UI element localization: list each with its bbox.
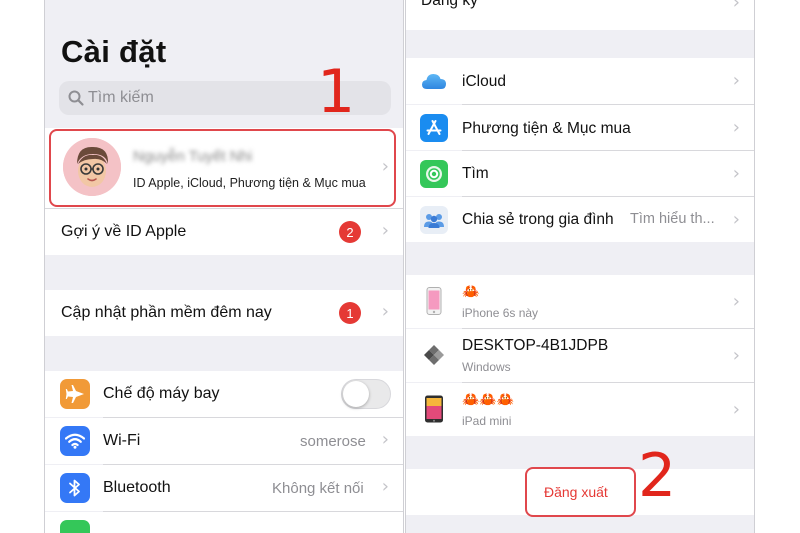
apple-id-suggestion-row[interactable]: Gợi ý về ID Apple 2 ›: [45, 209, 403, 255]
chevron-right-icon: ›: [732, 345, 740, 366]
chevron-right-icon: ›: [732, 209, 740, 230]
windows-icon: [420, 341, 448, 369]
cellular-row-partial[interactable]: [45, 512, 403, 533]
bluetooth-label: Bluetooth: [103, 479, 171, 496]
chevron-right-icon: ›: [381, 301, 389, 322]
chevron-right-icon: ›: [732, 291, 740, 312]
chevron-right-icon: ›: [732, 399, 740, 420]
profile-highlight-box: [49, 129, 396, 207]
step-number-1: 1: [317, 57, 356, 127]
device-row[interactable]: DESKTOP-4B1JDPB Windows ›: [406, 329, 754, 382]
software-update-label: Cập nhật phần mềm đêm nay: [61, 304, 272, 321]
chevron-right-icon: ›: [381, 220, 389, 241]
media-purchases-row[interactable]: Phương tiện & Mục mua ›: [406, 105, 754, 150]
ipad-icon: [420, 395, 448, 423]
icloud-row[interactable]: iCloud ›: [406, 58, 754, 104]
family-sharing-icon: [420, 206, 448, 234]
apple-id-suggestion-label: Gợi ý về ID Apple: [61, 223, 187, 240]
wifi-row[interactable]: Wi-Fi somerose ›: [45, 418, 403, 464]
find-my-icon: [420, 160, 448, 188]
airplane-icon: [60, 379, 90, 409]
family-sharing-label: Chia sẻ trong gia đình: [462, 211, 614, 228]
wifi-icon: [60, 426, 90, 456]
airplane-mode-toggle[interactable]: [341, 379, 391, 409]
app-store-icon: [420, 114, 448, 142]
settings-panel-right: Đăng ký › iCloud › Phương tiện & Mục mua…: [405, 0, 755, 533]
search-icon: [67, 89, 85, 107]
notification-badge: 2: [339, 221, 361, 243]
find-my-row[interactable]: Tìm ›: [406, 151, 754, 196]
step-number-2: 2: [638, 441, 677, 511]
search-placeholder: Tìm kiếm: [88, 89, 154, 106]
sign-out-label: Đăng xuất: [544, 484, 608, 500]
airplane-mode-label: Chế độ máy bay: [103, 385, 220, 402]
notification-badge: 1: [339, 302, 361, 324]
device-name: DESKTOP-4B1JDPB: [462, 337, 609, 354]
cellular-icon: [60, 520, 90, 533]
software-update-row[interactable]: Cập nhật phần mềm đêm nay 1 ›: [45, 290, 403, 336]
iphone-icon: [420, 287, 448, 315]
subscriptions-row[interactable]: Đăng ký ›: [406, 0, 754, 30]
wifi-label: Wi-Fi: [103, 432, 141, 449]
airplane-mode-row[interactable]: Chế độ máy bay: [45, 371, 403, 417]
bluetooth-icon: [60, 473, 90, 503]
page-title: Cài đặt: [61, 34, 167, 69]
device-row[interactable]: 🦀🦀🦀 iPad mini ›: [406, 383, 754, 436]
device-model: iPhone 6s này: [462, 306, 539, 320]
toggle-knob: [343, 381, 369, 407]
device-name: 🦀: [462, 283, 480, 299]
bluetooth-status-value: Không kết nối: [272, 480, 364, 497]
chevron-right-icon: ›: [381, 476, 389, 497]
family-sharing-value: Tìm hiểu th...: [630, 211, 715, 227]
device-model: Windows: [462, 360, 511, 374]
subscriptions-label: Đăng ký: [421, 0, 478, 9]
chevron-right-icon: ›: [732, 117, 740, 138]
chevron-right-icon: ›: [732, 163, 740, 184]
device-row[interactable]: 🦀 iPhone 6s này ›: [406, 275, 754, 328]
media-purchases-label: Phương tiện & Mục mua: [462, 120, 631, 137]
device-name: 🦀🦀🦀: [462, 391, 515, 407]
family-sharing-row[interactable]: Chia sẻ trong gia đình Tìm hiểu th... ›: [406, 197, 754, 242]
find-my-label: Tìm: [462, 165, 489, 182]
device-model: iPad mini: [462, 414, 512, 428]
settings-panel-left: Cài đặt Tìm kiếm Nguyễn Tuyết Nhi ID App…: [44, 0, 404, 533]
bluetooth-row[interactable]: Bluetooth Không kết nối ›: [45, 465, 403, 511]
chevron-right-icon: ›: [381, 429, 389, 450]
icloud-icon: [420, 67, 448, 95]
wifi-network-value: somerose: [300, 433, 366, 450]
icloud-label: iCloud: [462, 73, 506, 90]
chevron-right-icon: ›: [732, 70, 740, 91]
chevron-right-icon: ›: [732, 0, 740, 13]
